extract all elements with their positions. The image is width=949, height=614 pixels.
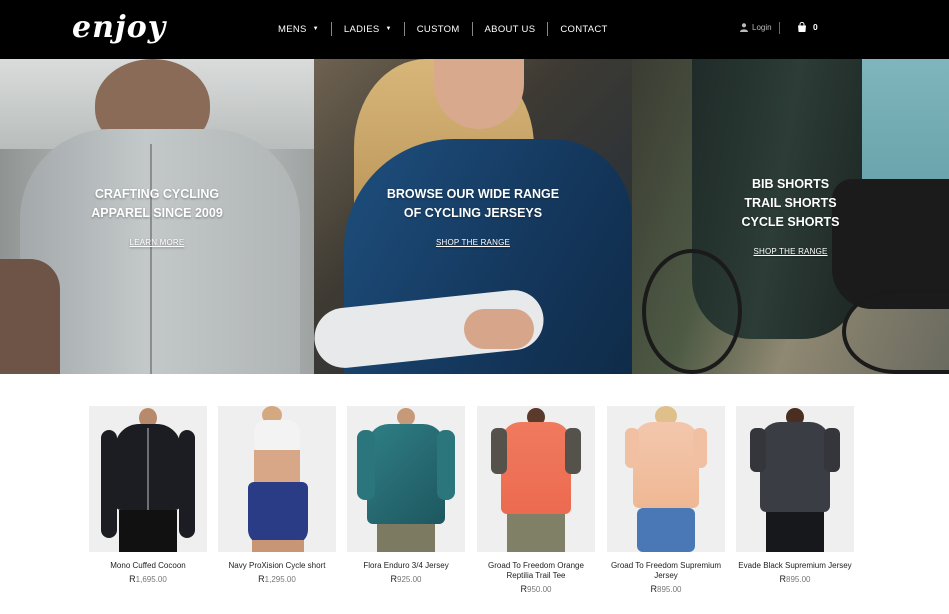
hero-heading-line: TRAIL SHORTS (744, 196, 837, 210)
price-value: 950.00 (527, 585, 552, 594)
product-price: R895.00 (736, 574, 854, 584)
hero-heading-line: OF CYCLING JERSEYS (403, 206, 543, 220)
product-image[interactable] (347, 406, 465, 552)
product-image[interactable] (89, 406, 207, 552)
price-value: 925.00 (397, 575, 422, 584)
nav-item-ladies[interactable]: LADIES ▼ (332, 22, 404, 36)
cart-count: 0 (813, 22, 818, 32)
price-value: 1,695.00 (135, 575, 167, 584)
nav-label: MENS (278, 23, 307, 35)
caret-down-icon: ▼ (312, 26, 319, 32)
product-card[interactable]: Navy ProXision Cycle short R1,295.00 (218, 406, 336, 584)
product-price: R1,695.00 (89, 574, 207, 584)
login-link[interactable]: Login (740, 23, 772, 32)
product-image[interactable] (218, 406, 336, 552)
nav-label: CUSTOM (416, 23, 460, 35)
main-nav: MENS ▼ LADIES ▼ CUSTOM ABOUT US CONTACT (266, 22, 620, 36)
hero-heading-line: CYCLE SHORTS (741, 215, 840, 229)
cart-button[interactable]: 0 (797, 22, 818, 32)
product-name[interactable]: Mono Cuffed Cocoon (89, 561, 207, 571)
price-value: 895.00 (657, 585, 682, 594)
hero-panel-shorts[interactable]: BIB SHORTS TRAIL SHORTS CYCLE SHORTS SHO… (632, 59, 949, 374)
teal-jersey-photo (847, 59, 949, 189)
product-price: R895.00 (607, 584, 725, 594)
product-price: R950.00 (477, 584, 595, 594)
product-name[interactable]: Evade Black Supremium Jersey (736, 561, 854, 571)
login-label: Login (752, 23, 772, 32)
nav-item-contact[interactable]: CONTACT (548, 22, 619, 36)
nav-item-mens[interactable]: MENS ▼ (266, 22, 331, 36)
product-image[interactable] (477, 406, 595, 552)
site-header: enjoy MENS ▼ LADIES ▼ CUSTOM ABOUT US CO… (0, 0, 949, 59)
hero-panel-jerseys[interactable]: BROWSE OUR WIDE RANGE OF CYCLING JERSEYS… (314, 59, 632, 374)
product-image[interactable] (736, 406, 854, 552)
brand-logo[interactable]: enjoy (72, 10, 166, 45)
product-card[interactable]: Groad To Freedom Orange Reptilia Trail T… (477, 406, 595, 594)
product-name[interactable]: Flora Enduro 3/4 Jersey (347, 561, 465, 571)
learn-more-link[interactable]: LEARN MORE (130, 233, 185, 252)
product-name[interactable]: Groad To Freedom Orange Reptilia Trail T… (477, 561, 595, 581)
nav-item-custom[interactable]: CUSTOM (405, 22, 472, 36)
nav-label: LADIES (343, 23, 380, 35)
hero-panel-about[interactable]: CRAFTING CYCLING APPAREL SINCE 2009 LEAR… (0, 59, 314, 374)
product-name[interactable]: Groad To Freedom Supremium Jersey (607, 561, 725, 581)
product-card[interactable]: Groad To Freedom Supremium Jersey R895.0… (607, 406, 725, 594)
product-card[interactable]: Evade Black Supremium Jersey R895.00 (736, 406, 854, 584)
nav-label: ABOUT US (484, 23, 536, 35)
user-icon (740, 23, 748, 32)
product-grid: Mono Cuffed Cocoon R1,695.00 Navy ProXis… (89, 406, 854, 606)
shop-shorts-link[interactable]: SHOP THE RANGE (753, 242, 827, 261)
nav-item-about-us[interactable]: ABOUT US (473, 22, 548, 36)
product-card[interactable]: Mono Cuffed Cocoon R1,695.00 (89, 406, 207, 584)
hero-heading-line: CRAFTING CYCLING (94, 187, 220, 201)
product-name[interactable]: Navy ProXision Cycle short (218, 561, 336, 571)
hero-heading-line: APPAREL SINCE 2009 (91, 206, 223, 220)
product-image[interactable] (607, 406, 725, 552)
nav-label: CONTACT (560, 23, 608, 35)
product-price: R1,295.00 (218, 574, 336, 584)
header-divider (779, 22, 780, 34)
hero-banner: CRAFTING CYCLING APPAREL SINCE 2009 LEAR… (0, 59, 949, 374)
product-price: R925.00 (347, 574, 465, 584)
caret-down-icon: ▼ (385, 26, 392, 32)
hero-heading-line: BIB SHORTS (751, 177, 830, 191)
price-value: 895.00 (786, 575, 811, 584)
hero-heading-line: BROWSE OUR WIDE RANGE (386, 187, 560, 201)
shopping-bag-icon (798, 22, 806, 32)
price-value: 1,295.00 (264, 575, 296, 584)
shop-jerseys-link[interactable]: SHOP THE RANGE (436, 233, 510, 252)
product-card[interactable]: Flora Enduro 3/4 Jersey R925.00 (347, 406, 465, 584)
